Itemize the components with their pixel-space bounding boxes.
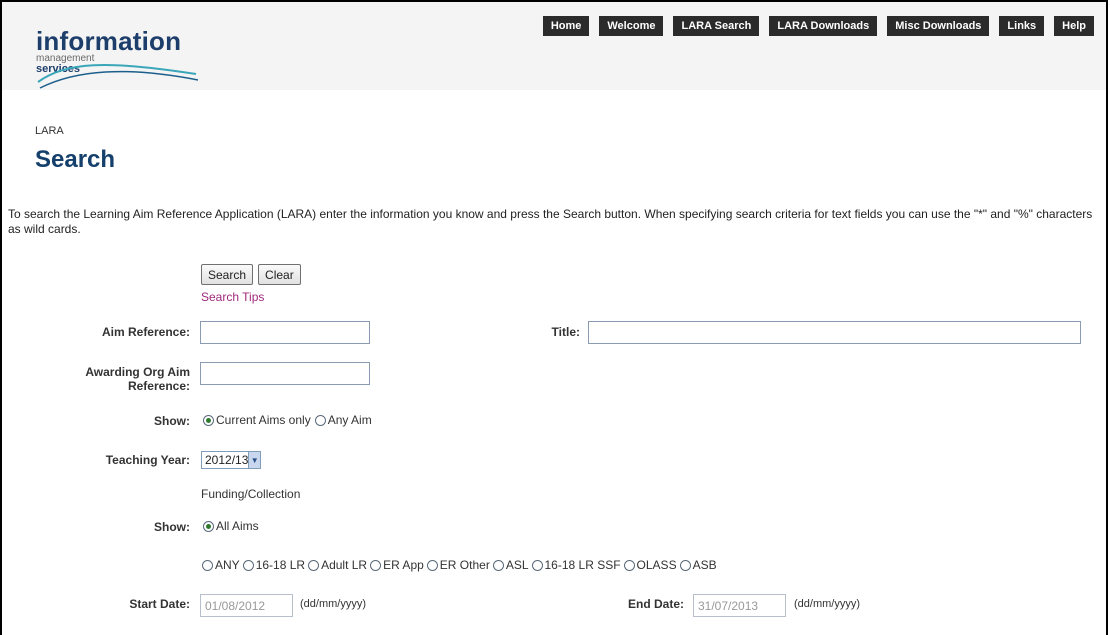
page-frame <box>0 0 1108 635</box>
funding-label-olass: OLASS <box>636 558 677 572</box>
breadcrumb: LARA <box>35 125 64 137</box>
teaching-year-label: Teaching Year: <box>105 453 190 467</box>
clear-button[interactable]: Clear <box>258 264 301 285</box>
all-aims-label: All Aims <box>216 519 259 533</box>
top-nav: Home Welcome LARA Search LARA Downloads … <box>542 16 1094 36</box>
funding-label-adult-lr: Adult LR <box>321 558 368 572</box>
funding-radio-er-app[interactable] <box>370 559 382 571</box>
nav-lara-search[interactable]: LARA Search <box>673 16 760 36</box>
funding-radio-any[interactable] <box>202 559 213 571</box>
funding-label-asl: ASL <box>505 558 529 572</box>
nav-misc-downloads[interactable]: Misc Downloads <box>887 16 990 36</box>
funding-radio-asb[interactable] <box>679 559 691 571</box>
funding-radio-er-other[interactable] <box>426 559 438 571</box>
current-aims-radio[interactable] <box>203 414 214 426</box>
teaching-year-select[interactable]: 2012/13 ▼ <box>201 451 261 469</box>
funding-label-16-18-lr: 16-18 LR <box>255 558 306 572</box>
end-date-label: End Date: <box>627 597 684 611</box>
show-label: Show: <box>154 414 190 428</box>
funding-label-16-18-lr-ssf: 16-18 LR SSF <box>544 558 621 572</box>
any-aim-label: Any Aim <box>327 413 372 427</box>
funding-radio-16-18-lr-ssf[interactable] <box>531 559 543 571</box>
end-date-format: (dd/mm/yyyy) <box>794 598 860 610</box>
any-aim-radio[interactable] <box>314 414 326 426</box>
awarding-org-label-line2: Reference: <box>127 379 190 393</box>
page-title: Search <box>35 146 116 173</box>
funding-label-any: ANY <box>215 558 240 572</box>
awarding-org-label-line1: Awarding Org Aim <box>85 365 190 379</box>
aim-reference-input[interactable] <box>200 321 370 344</box>
logo[interactable]: information management services <box>36 26 199 89</box>
title-label: Title: <box>551 325 580 339</box>
title-input[interactable] <box>588 321 1081 344</box>
nav-help[interactable]: Help <box>1054 16 1094 36</box>
search-button[interactable]: Search <box>201 264 254 285</box>
nav-links[interactable]: Links <box>999 16 1045 36</box>
logo-word: information <box>36 26 182 56</box>
logo-swoosh-icon <box>37 64 199 89</box>
intro-text: To search the Learning Aim Reference App… <box>8 207 1093 236</box>
all-aims-radio-group: All Aims <box>200 519 259 533</box>
start-date-label: Start Date: <box>129 597 190 611</box>
funding-radio-16-18-lr[interactable] <box>242 559 254 571</box>
search-tips-link[interactable]: Search Tips <box>201 290 264 304</box>
awarding-org-label: Awarding Org Aim Reference: <box>30 365 190 393</box>
site-header: information management services Home Wel… <box>2 2 1106 90</box>
start-date-format: (dd/mm/yyyy) <box>300 598 366 610</box>
teaching-year-value: 2012/13 <box>205 453 249 467</box>
funding-label-er-app: ER App <box>383 558 424 572</box>
start-date-input[interactable] <box>200 594 293 617</box>
funding-radio-olass[interactable] <box>623 559 635 571</box>
awarding-org-input[interactable] <box>200 362 370 385</box>
nav-home[interactable]: Home <box>542 16 590 36</box>
funding-radio-adult-lr[interactable] <box>308 559 320 571</box>
current-aims-label: Current Aims only <box>216 413 311 427</box>
show-radio-group: Current Aims only Any Aim <box>200 413 372 427</box>
funding-label-asb: ASB <box>692 558 717 572</box>
nav-lara-downloads[interactable]: LARA Downloads <box>769 16 878 36</box>
all-aims-radio[interactable] <box>203 520 214 532</box>
funding-radio-group: ANY 16-18 LR Adult LR ER App ER Other AS… <box>199 558 717 572</box>
funding-radio-asl[interactable] <box>492 559 504 571</box>
funding-label-er-other: ER Other <box>439 558 490 572</box>
chevron-down-icon[interactable]: ▼ <box>248 452 260 468</box>
aim-reference-label: Aim Reference: <box>101 325 190 339</box>
end-date-input[interactable] <box>693 594 786 617</box>
nav-welcome[interactable]: Welcome <box>599 16 664 36</box>
button-row: Search Clear <box>201 264 301 285</box>
funding-collection-heading: Funding/Collection <box>201 487 301 501</box>
show2-label: Show: <box>154 520 190 534</box>
